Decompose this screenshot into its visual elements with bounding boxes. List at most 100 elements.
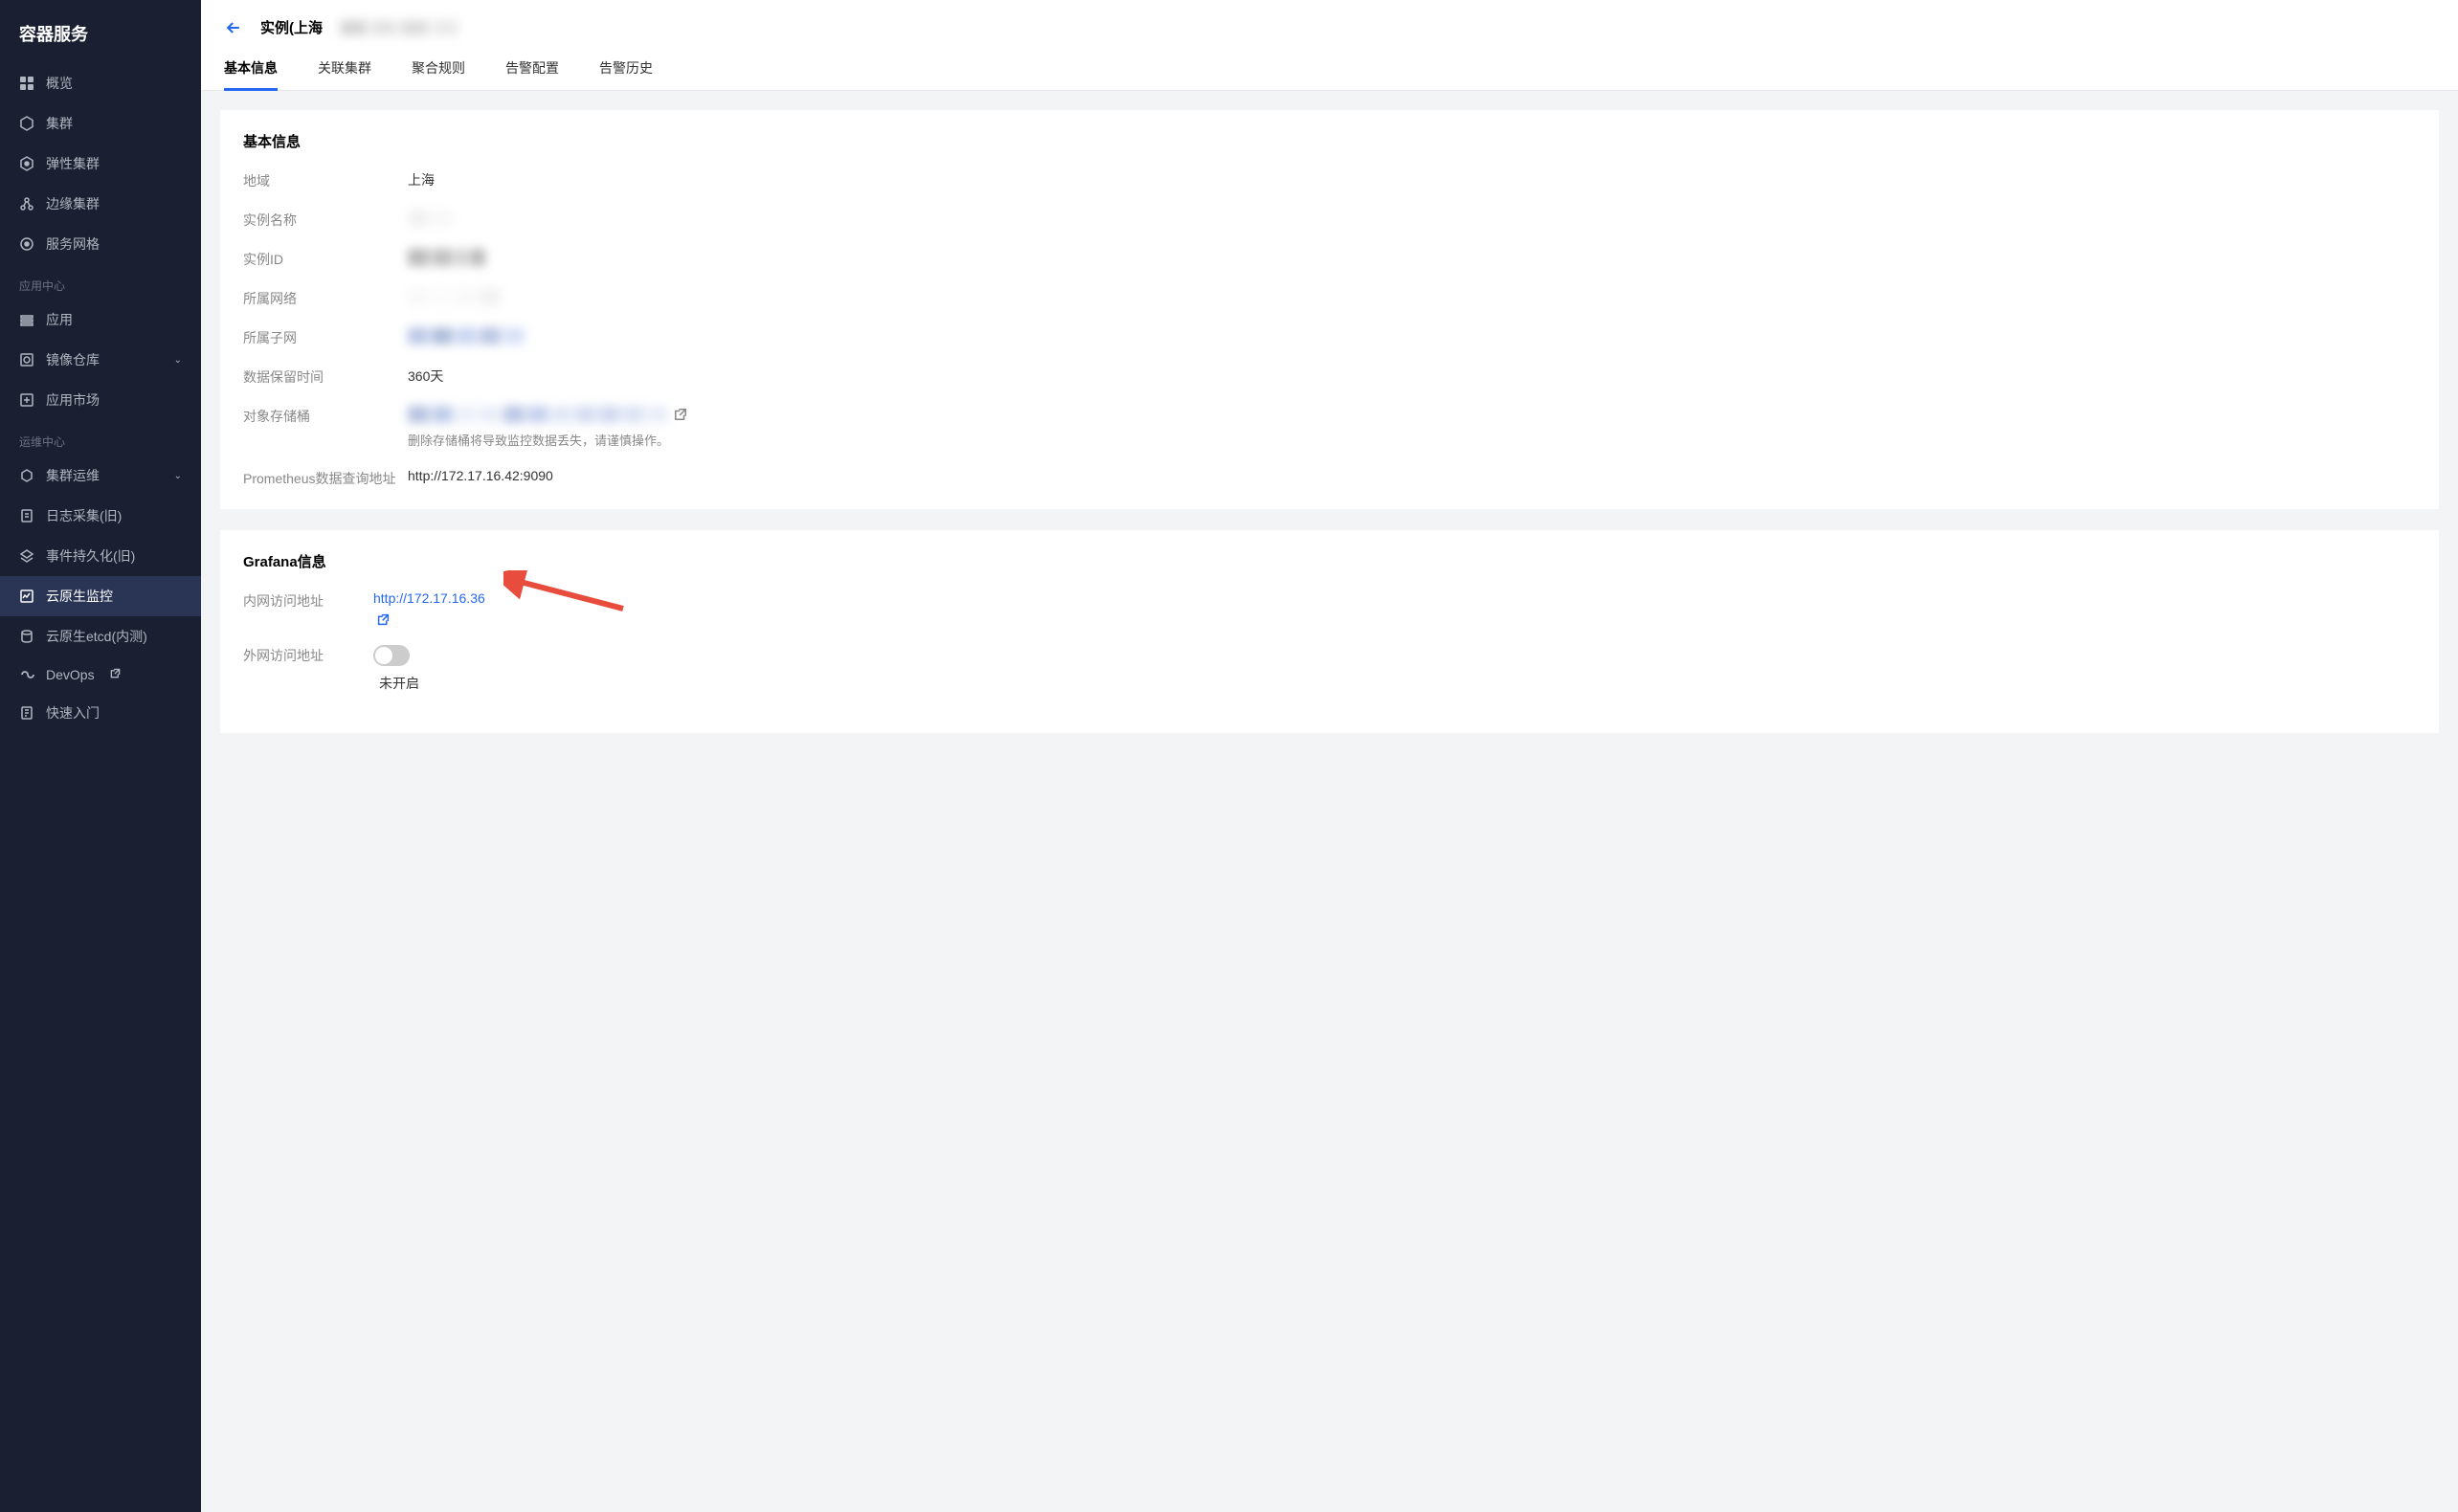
field-bucket: 对象存储桶 删除存储桶将导致监控数据丢失，请谨慎操作。 [243, 406, 2416, 449]
field-external-url: 外网访问地址 未开启 [243, 645, 2416, 693]
sidebar-item-label: 事件持久化(旧) [46, 546, 135, 566]
sidebar-item-label: 镜像仓库 [46, 350, 100, 369]
tab-alarm-config[interactable]: 告警配置 [505, 58, 559, 90]
sidebar-item-mesh[interactable]: 服务网格 [0, 224, 201, 264]
external-link-icon[interactable] [377, 613, 485, 626]
redacted-title [340, 20, 458, 35]
sidebar-category-ops: 运维中心 [0, 420, 201, 456]
grid-icon [19, 76, 34, 91]
etcd-icon [19, 629, 34, 644]
sidebar-item-monitor[interactable]: 云原生监控 [0, 576, 201, 616]
field-label: 对象存储桶 [243, 406, 408, 426]
sidebar-item-app[interactable]: 应用 [0, 300, 201, 340]
guide-icon [19, 705, 34, 721]
field-label: 外网访问地址 [243, 645, 373, 665]
field-network: 所属网络 [243, 288, 2416, 308]
sidebar-item-devops[interactable]: DevOps [0, 656, 201, 693]
sidebar-item-ops[interactable]: 集群运维 ⌄ [0, 456, 201, 496]
sidebar-item-market[interactable]: 应用市场 [0, 380, 201, 420]
sidebar-item-label: 集群运维 [46, 466, 100, 485]
sidebar-item-etcd[interactable]: 云原生etcd(内测) [0, 616, 201, 656]
sidebar-item-label: 服务网格 [46, 234, 100, 254]
field-value: 未开启 [373, 645, 419, 693]
field-prometheus: Prometheus数据查询地址 http://172.17.16.42:909… [243, 468, 2416, 488]
grafana-internal-link[interactable]: http://172.17.16.36 [373, 590, 485, 606]
sidebar-item-label: 概览 [46, 74, 73, 93]
sidebar-item-guide[interactable]: 快速入门 [0, 693, 201, 733]
log-icon [19, 508, 34, 523]
market-icon [19, 392, 34, 408]
back-arrow-icon[interactable] [224, 18, 243, 37]
tab-aggregate[interactable]: 聚合规则 [412, 58, 465, 90]
edge-icon [19, 196, 34, 211]
external-access-toggle[interactable] [373, 645, 410, 666]
main-content: 实例(上海 基本信息 关联集群 聚合规则 告警配置 告警历史 基本信息 地域 上… [201, 0, 2458, 1512]
field-value: http://172.17.16.36 [373, 590, 485, 626]
sidebar-item-label: 云原生etcd(内测) [46, 627, 147, 646]
sidebar-item-event[interactable]: 事件持久化(旧) [0, 536, 201, 576]
sidebar-item-label: 集群 [46, 114, 73, 133]
external-link-icon[interactable] [674, 408, 687, 421]
tab-alarm-history[interactable]: 告警历史 [599, 58, 653, 90]
field-value-redacted [408, 249, 485, 266]
field-subnet: 所属子网 [243, 327, 2416, 347]
field-value: 360天 [408, 367, 443, 386]
chevron-down-icon: ⌄ [174, 355, 182, 366]
chevron-down-icon: ⌄ [174, 471, 182, 481]
tab-cluster[interactable]: 关联集群 [318, 58, 371, 90]
sidebar-item-elastic[interactable]: 弹性集群 [0, 144, 201, 184]
field-value-redacted [408, 327, 525, 345]
field-label: 实例ID [243, 249, 408, 269]
sidebar-item-label: 应用市场 [46, 390, 100, 410]
sidebar-item-label: 云原生监控 [46, 587, 113, 606]
field-label: 所属子网 [243, 327, 408, 347]
field-value: 删除存储桶将导致监控数据丢失，请谨慎操作。 [408, 406, 687, 449]
page-title: 实例(上海 [260, 17, 323, 37]
grafana-info-card: Grafana信息 内网访问地址 http://172.17.16.36 外网访… [220, 530, 2439, 733]
sidebar-item-image[interactable]: 镜像仓库 ⌄ [0, 340, 201, 380]
toggle-status-label: 未开启 [379, 674, 419, 693]
basic-info-title: 基本信息 [243, 131, 2416, 151]
monitor-icon [19, 589, 34, 604]
field-region: 地域 上海 [243, 170, 2416, 190]
image-icon [19, 352, 34, 367]
field-value: http://172.17.16.42:9090 [408, 468, 553, 483]
hexagon-icon [19, 116, 34, 131]
field-value: 上海 [408, 170, 435, 189]
field-label: 数据保留时间 [243, 367, 408, 387]
sidebar-title: 容器服务 [0, 0, 201, 63]
sidebar-item-edge[interactable]: 边缘集群 [0, 184, 201, 224]
tab-basic-info[interactable]: 基本信息 [224, 58, 278, 90]
ops-icon [19, 468, 34, 483]
mesh-icon [19, 236, 34, 252]
sidebar-item-overview[interactable]: 概览 [0, 63, 201, 103]
sidebar-item-label: 快速入门 [46, 703, 100, 723]
field-hint: 删除存储桶将导致监控数据丢失，请谨慎操作。 [408, 431, 687, 449]
field-label: Prometheus数据查询地址 [243, 468, 408, 488]
field-label: 地域 [243, 170, 408, 190]
app-icon [19, 312, 34, 327]
field-label: 内网访问地址 [243, 590, 373, 611]
content-area: 基本信息 地域 上海 实例名称 实例ID 所属网络 [201, 91, 2458, 1512]
sidebar-item-log[interactable]: 日志采集(旧) [0, 496, 201, 536]
tabs: 基本信息 关联集群 聚合规则 告警配置 告警历史 [201, 45, 2458, 91]
grafana-info-title: Grafana信息 [243, 551, 2416, 571]
elastic-icon [19, 156, 34, 171]
sidebar-item-cluster[interactable]: 集群 [0, 103, 201, 144]
sidebar-item-label: 日志采集(旧) [46, 506, 122, 525]
field-instance-name: 实例名称 [243, 210, 2416, 230]
field-value-redacted [408, 210, 453, 227]
sidebar-item-label: 弹性集群 [46, 154, 100, 173]
breadcrumb: 实例(上海 [201, 0, 2458, 45]
field-retention: 数据保留时间 360天 [243, 367, 2416, 387]
sidebar: 容器服务 概览 集群 弹性集群 边缘集群 服务网格 应用中心 应用 镜像仓库 ⌄… [0, 0, 201, 1512]
sidebar-category-app: 应用中心 [0, 264, 201, 300]
field-label: 所属网络 [243, 288, 408, 308]
event-icon [19, 548, 34, 564]
field-value-redacted [408, 288, 501, 305]
sidebar-item-label: DevOps [46, 667, 95, 682]
devops-icon [19, 667, 34, 682]
field-instance-id: 实例ID [243, 249, 2416, 269]
sidebar-item-label: 边缘集群 [46, 194, 100, 213]
external-link-icon [110, 668, 121, 681]
